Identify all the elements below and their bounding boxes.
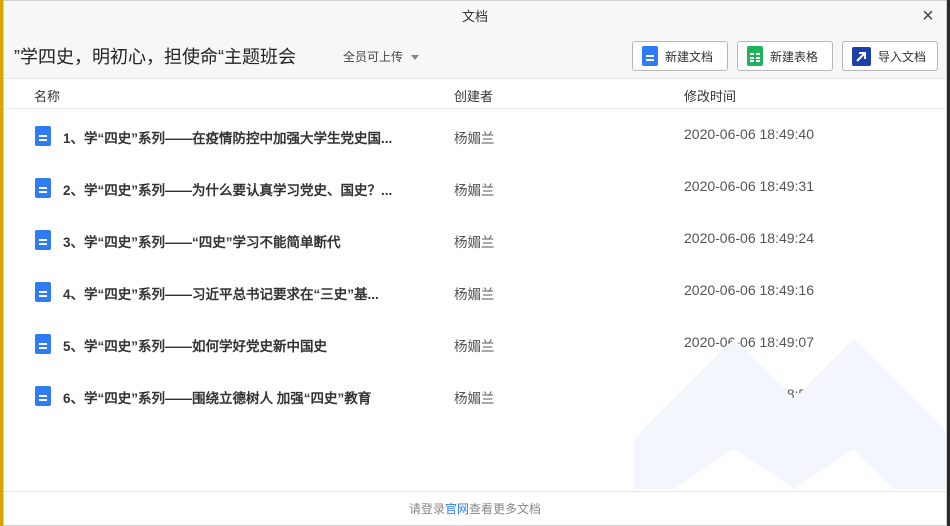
close-icon[interactable]: × — [918, 6, 938, 27]
column-header-modified[interactable]: 修改时间 — [684, 86, 736, 105]
file-creator: 杨媚兰 — [454, 183, 495, 198]
file-name[interactable]: 4、学“四史”系列——习近平总书记要求在“三史”基... — [63, 283, 433, 303]
file-modified: 2020-06-06 18:49:31 — [684, 178, 814, 194]
footer-suffix: 查看更多文档 — [469, 502, 542, 516]
table-row[interactable]: 2、学“四史”系列——为什么要认真学习党史、国史？... 杨媚兰 2020-06… — [4, 161, 946, 213]
new-sheet-label: 新建表格 — [770, 49, 819, 64]
file-creator: 杨媚兰 — [454, 287, 495, 302]
column-header-name[interactable]: 名称 — [34, 86, 60, 105]
file-name[interactable]: 5、学“四史”系列——如何学好党史新中国史 — [63, 335, 433, 355]
doc-icon — [35, 282, 51, 302]
import-doc-button[interactable]: 导入文档 — [842, 41, 938, 71]
folder-header: ”学四史，明初心，担使命“主题班会 全员可上传 新建文档 新建表格 导入文档 — [4, 33, 946, 79]
file-name[interactable]: 2、学“四史”系列——为什么要认真学习党史、国史？... — [63, 179, 433, 199]
doc-icon — [35, 230, 51, 250]
new-doc-label: 新建文档 — [665, 49, 714, 64]
file-modified: 2020-06-06 18:48:57 — [684, 386, 814, 402]
import-icon — [852, 46, 871, 66]
caret-down-icon — [411, 55, 420, 61]
table-row[interactable]: 4、学“四史”系列——习近平总书记要求在“三史”基... 杨媚兰 2020-06… — [4, 265, 946, 317]
upload-permission-dropdown[interactable]: 全员可上传 — [343, 48, 420, 65]
import-doc-label: 导入文档 — [878, 49, 927, 64]
file-name[interactable]: 1、学“四史”系列——在疫情防控中加强大学生党史国... — [63, 127, 433, 147]
titlebar: 文档 × — [4, 1, 946, 33]
file-name[interactable]: 3、学“四史”系列——“四史”学习不能简单断代 — [63, 231, 433, 251]
table-row[interactable]: 6、学“四史”系列——围绕立德树人 加强“四史”教育 杨媚兰 2020-06-0… — [4, 369, 946, 421]
doc-icon — [35, 334, 51, 354]
documents-dialog: 文档 × ”学四史，明初心，担使命“主题班会 全员可上传 新建文档 新建表格 导… — [3, 0, 947, 526]
new-doc-button[interactable]: 新建文档 — [632, 41, 728, 71]
file-name[interactable]: 6、学“四史”系列——围绕立德树人 加强“四史”教育 — [63, 387, 433, 407]
folder-title: ”学四史，明初心，担使命“主题班会 — [14, 47, 296, 67]
file-creator: 杨媚兰 — [454, 339, 495, 354]
table-header: 名称 创建者 修改时间 — [4, 79, 946, 109]
file-modified: 2020-06-06 18:49:40 — [684, 126, 814, 142]
doc-icon — [35, 386, 51, 406]
doc-icon — [35, 178, 51, 198]
window-title: 文档 — [461, 9, 488, 24]
file-list: 1、学“四史”系列——在疫情防控中加强大学生党史国... 杨媚兰 2020-06… — [4, 109, 946, 421]
table-row[interactable]: 3、学“四史”系列——“四史”学习不能简单断代 杨媚兰 2020-06-06 1… — [4, 213, 946, 265]
upload-permission-label: 全员可上传 — [343, 50, 404, 64]
doc-icon — [35, 126, 51, 146]
footer-prefix: 请登录 — [408, 502, 445, 516]
file-creator: 杨媚兰 — [454, 391, 495, 406]
file-modified: 2020-06-06 18:49:16 — [684, 282, 814, 298]
sheet-icon — [747, 46, 763, 66]
table-row[interactable]: 5、学“四史”系列——如何学好党史新中国史 杨媚兰 2020-06-06 18:… — [4, 317, 946, 369]
footer-note: 请登录官网查看更多文档 — [4, 491, 946, 525]
doc-icon — [642, 46, 658, 66]
column-header-creator[interactable]: 创建者 — [454, 86, 493, 105]
table-row[interactable]: 1、学“四史”系列——在疫情防控中加强大学生党史国... 杨媚兰 2020-06… — [4, 109, 946, 161]
file-modified: 2020-06-06 18:49:24 — [684, 230, 814, 246]
new-sheet-button[interactable]: 新建表格 — [737, 41, 833, 71]
file-creator: 杨媚兰 — [454, 235, 495, 250]
official-site-link[interactable]: 官网 — [445, 502, 469, 516]
file-modified: 2020-06-06 18:49:07 — [684, 334, 814, 350]
file-creator: 杨媚兰 — [454, 131, 495, 146]
